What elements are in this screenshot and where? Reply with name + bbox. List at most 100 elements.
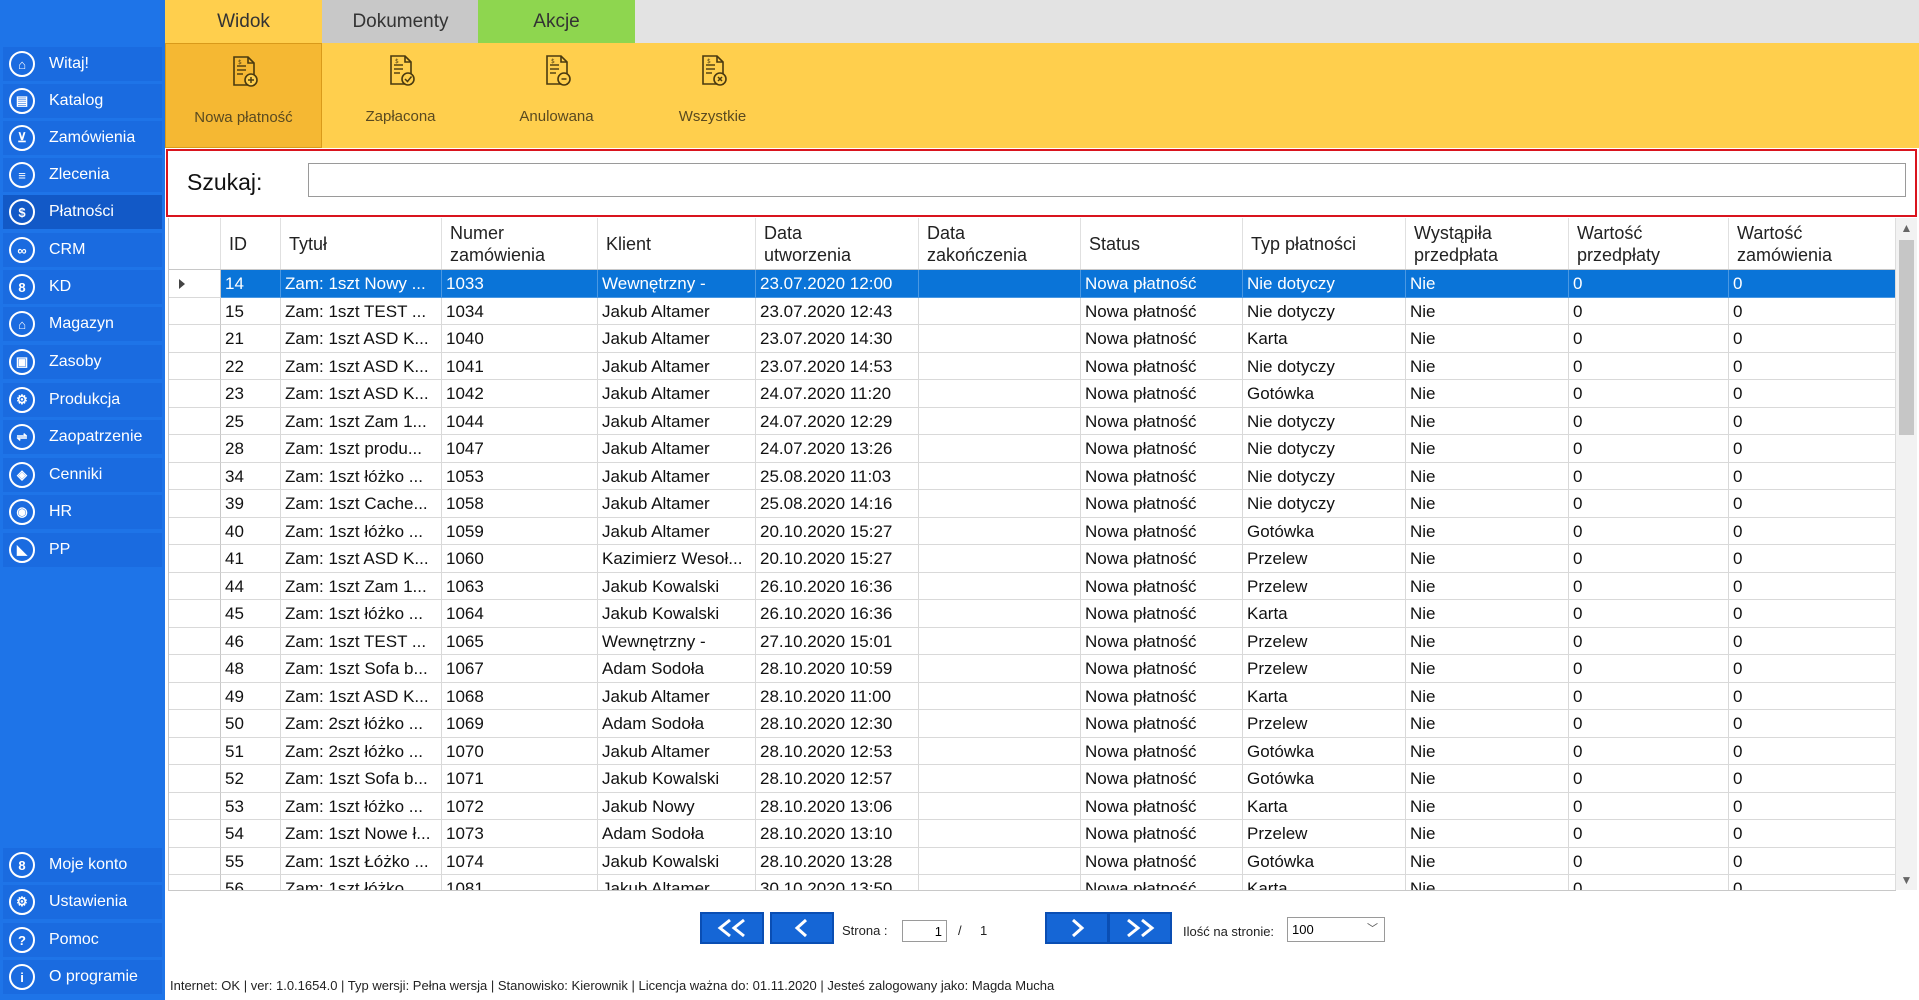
row-header[interactable] [169,710,221,738]
row-header[interactable] [169,435,221,463]
table-row[interactable]: 14 Zam: 1szt Nowy ... 1033 Wewnętrzny -23.0… [169,270,1896,298]
row-header[interactable] [169,407,221,435]
previous-page-button[interactable] [770,912,834,944]
sidebar-item-katalog[interactable]: ▤ Katalog [3,84,162,118]
row-header[interactable] [169,462,221,490]
sidebar-item-kd[interactable]: 8 KD [3,270,162,304]
table-cell: Zam: 1szt TEST ... [281,297,442,325]
scroll-thumb[interactable] [1899,240,1914,435]
table-row[interactable]: 48 Zam: 1szt Sofa b... 1067 Adam Sodoła 28.1… [169,655,1896,683]
ribbon-button-wszystkie[interactable]: $ Wszystkie [634,43,791,148]
table-row[interactable]: 40 Zam: 1szt łóżko ... 1059 Jakub Altamer 20… [169,517,1896,545]
row-header[interactable] [169,545,221,573]
row-header[interactable] [169,792,221,820]
table-header: ID Tytuł Numer zamówienia Klient Data utworzen… [169,218,1896,270]
column-header[interactable]: Status [1081,218,1243,269]
sidebar-item-produkcja[interactable]: ⚙ Produkcja [3,383,162,417]
table-row[interactable]: 22 Zam: 1szt ASD K... 1041 Jakub Altamer 23.… [169,352,1896,380]
table-row[interactable]: 28 Zam: 1szt produ... 1047 Jakub Altamer 24.… [169,435,1896,463]
table-row[interactable]: 21 Zam: 1szt ASD K... 1040 Jakub Altamer 23.… [169,325,1896,353]
sidebar-item-zlecenia[interactable]: ≡ Zlecenia [3,158,162,192]
sidebar-item-hr[interactable]: ◉ HR [3,495,162,529]
table-row[interactable]: 55 Zam: 1szt Łóżko ... 1074 Jakub Kowalski 2… [169,847,1896,875]
row-header[interactable] [169,270,221,298]
column-header[interactable]: Wystąpiła przedpłata [1406,218,1569,269]
row-header[interactable] [169,572,221,600]
row-header[interactable] [169,517,221,545]
row-header[interactable] [169,297,221,325]
table-row[interactable]: 51 Zam: 2szt łóżko ... 1070 Jakub Altamer 28… [169,737,1896,765]
row-header[interactable] [169,380,221,408]
ribbon-button-nowa-płatność[interactable]: $ Nowa płatność [165,43,322,148]
row-header[interactable] [169,600,221,628]
row-header[interactable] [169,325,221,353]
column-header[interactable]: Numer zamówienia [442,218,598,269]
table-row[interactable]: 39 Zam: 1szt Cache... 1058 Jakub Altamer 25.… [169,490,1896,518]
scroll-down-icon[interactable]: ▼ [1896,870,1917,890]
scroll-up-icon[interactable]: ▲ [1896,218,1917,238]
row-header[interactable] [169,627,221,655]
row-header[interactable] [169,655,221,683]
table-row[interactable]: 45 Zam: 1szt łóżko ... 1064 Jakub Kowalski 2… [169,600,1896,628]
sidebar-item-label: Witaj! [49,55,89,72]
table-row[interactable]: 41 Zam: 1szt ASD K... 1060 Kazimierz Wesoł.… [169,545,1896,573]
last-page-button[interactable] [1108,912,1172,944]
column-header[interactable]: Data zakończenia [919,218,1081,269]
table-cell: 28 [221,435,281,463]
per-page-select[interactable]: 100 ﹀ [1287,917,1385,942]
next-page-button[interactable] [1045,912,1109,944]
column-header[interactable]: Klient [598,218,756,269]
table-row[interactable]: 54 Zam: 1szt Nowe ł... 1073 Adam Sodoła 28.1… [169,820,1896,848]
row-header[interactable] [169,875,221,890]
row-header[interactable] [169,847,221,875]
vertical-scrollbar[interactable]: ▲ ▼ [1895,218,1917,890]
column-header[interactable]: Tytuł [281,218,442,269]
table-row[interactable]: 53 Zam: 1szt łóżko ... 1072 Jakub Nowy 28.10… [169,792,1896,820]
table-row[interactable]: 15 Zam: 1szt TEST ... 1034 Jakub Altamer 23.… [169,297,1896,325]
column-header[interactable]: Wartość zamówienia [1729,218,1896,269]
row-header[interactable] [169,682,221,710]
table-row[interactable]: 25 Zam: 1szt Zam 1... 1044 Jakub Altamer 24.… [169,407,1896,435]
tab-widok[interactable]: Widok [165,0,322,43]
search-input[interactable] [308,163,1906,197]
sidebar-item-zaopatrzenie[interactable]: ⇌ Zaopatrzenie [3,420,162,454]
page-number-input[interactable] [902,920,947,942]
sidebar-item-ustawienia[interactable]: ⚙ Ustawienia [3,885,162,919]
column-header[interactable]: Typ płatności [1243,218,1406,269]
tab-akcje[interactable]: Akcje [478,0,635,43]
sidebar-item-pomoc[interactable]: ? Pomoc [3,923,162,957]
row-header[interactable] [169,737,221,765]
table-row[interactable]: 50 Zam: 2szt łóżko ... 1069 Adam Sodoła 28.1… [169,710,1896,738]
sidebar-item-cenniki[interactable]: ◈ Cenniki [3,458,162,492]
column-header[interactable]: Wartość przedpłaty [1569,218,1729,269]
table-row[interactable]: 44 Zam: 1szt Zam 1... 1063 Jakub Kowalski 26… [169,572,1896,600]
sidebar-item-moje-konto[interactable]: 8 Moje konto [3,848,162,882]
tab-dokumenty[interactable]: Dokumenty [322,0,479,43]
ribbon-button-anulowana[interactable]: $ Anulowana [478,43,635,148]
table-cell: Przelew [1243,627,1406,655]
table-row[interactable]: 49 Zam: 1szt ASD K... 1068 Jakub Altamer 28.… [169,682,1896,710]
sidebar-item-płatności[interactable]: $ Płatności [3,195,162,229]
sidebar-item-crm[interactable]: ∞ CRM [3,233,162,267]
table-cell: Zam: 1szt łóżko ... [281,600,442,628]
row-header[interactable] [169,765,221,793]
sidebar-item-o-programie[interactable]: i O programie [3,960,162,994]
column-header[interactable]: Data utworzenia [756,218,919,269]
sidebar-item-zasoby[interactable]: ▣ Zasoby [3,345,162,379]
ribbon-button-zapłacona[interactable]: $ Zapłacona [322,43,479,148]
table-row[interactable]: 23 Zam: 1szt ASD K... 1042 Jakub Altamer 24.… [169,380,1896,408]
sidebar-item-magazyn[interactable]: ⌂ Magazyn [3,307,162,341]
table-row[interactable]: 34 Zam: 1szt łóżko ... 1053 Jakub Altamer 25… [169,462,1896,490]
table-row[interactable]: 46 Zam: 1szt TEST ... 1065 Wewnętrzny -27.1… [169,627,1896,655]
sidebar-item-zamówienia[interactable]: ⊻ Zamówienia [3,121,162,155]
sidebar-item-pp[interactable]: ◣ PP [3,533,162,567]
row-header[interactable] [169,820,221,848]
sidebar-item-witaj-[interactable]: ⌂ Witaj! [3,47,162,81]
table-row[interactable]: 56 Zam: 1szt łóżko ... 1081 Jakub Altamer 30… [169,875,1896,890]
row-header[interactable] [169,490,221,518]
column-header[interactable]: ID [221,218,281,269]
row-header[interactable] [169,352,221,380]
first-page-button[interactable] [700,912,764,944]
table-cell: Nowa płatność [1081,352,1243,380]
table-row[interactable]: 52 Zam: 1szt Sofa b... 1071 Jakub Kowalski 2… [169,765,1896,793]
